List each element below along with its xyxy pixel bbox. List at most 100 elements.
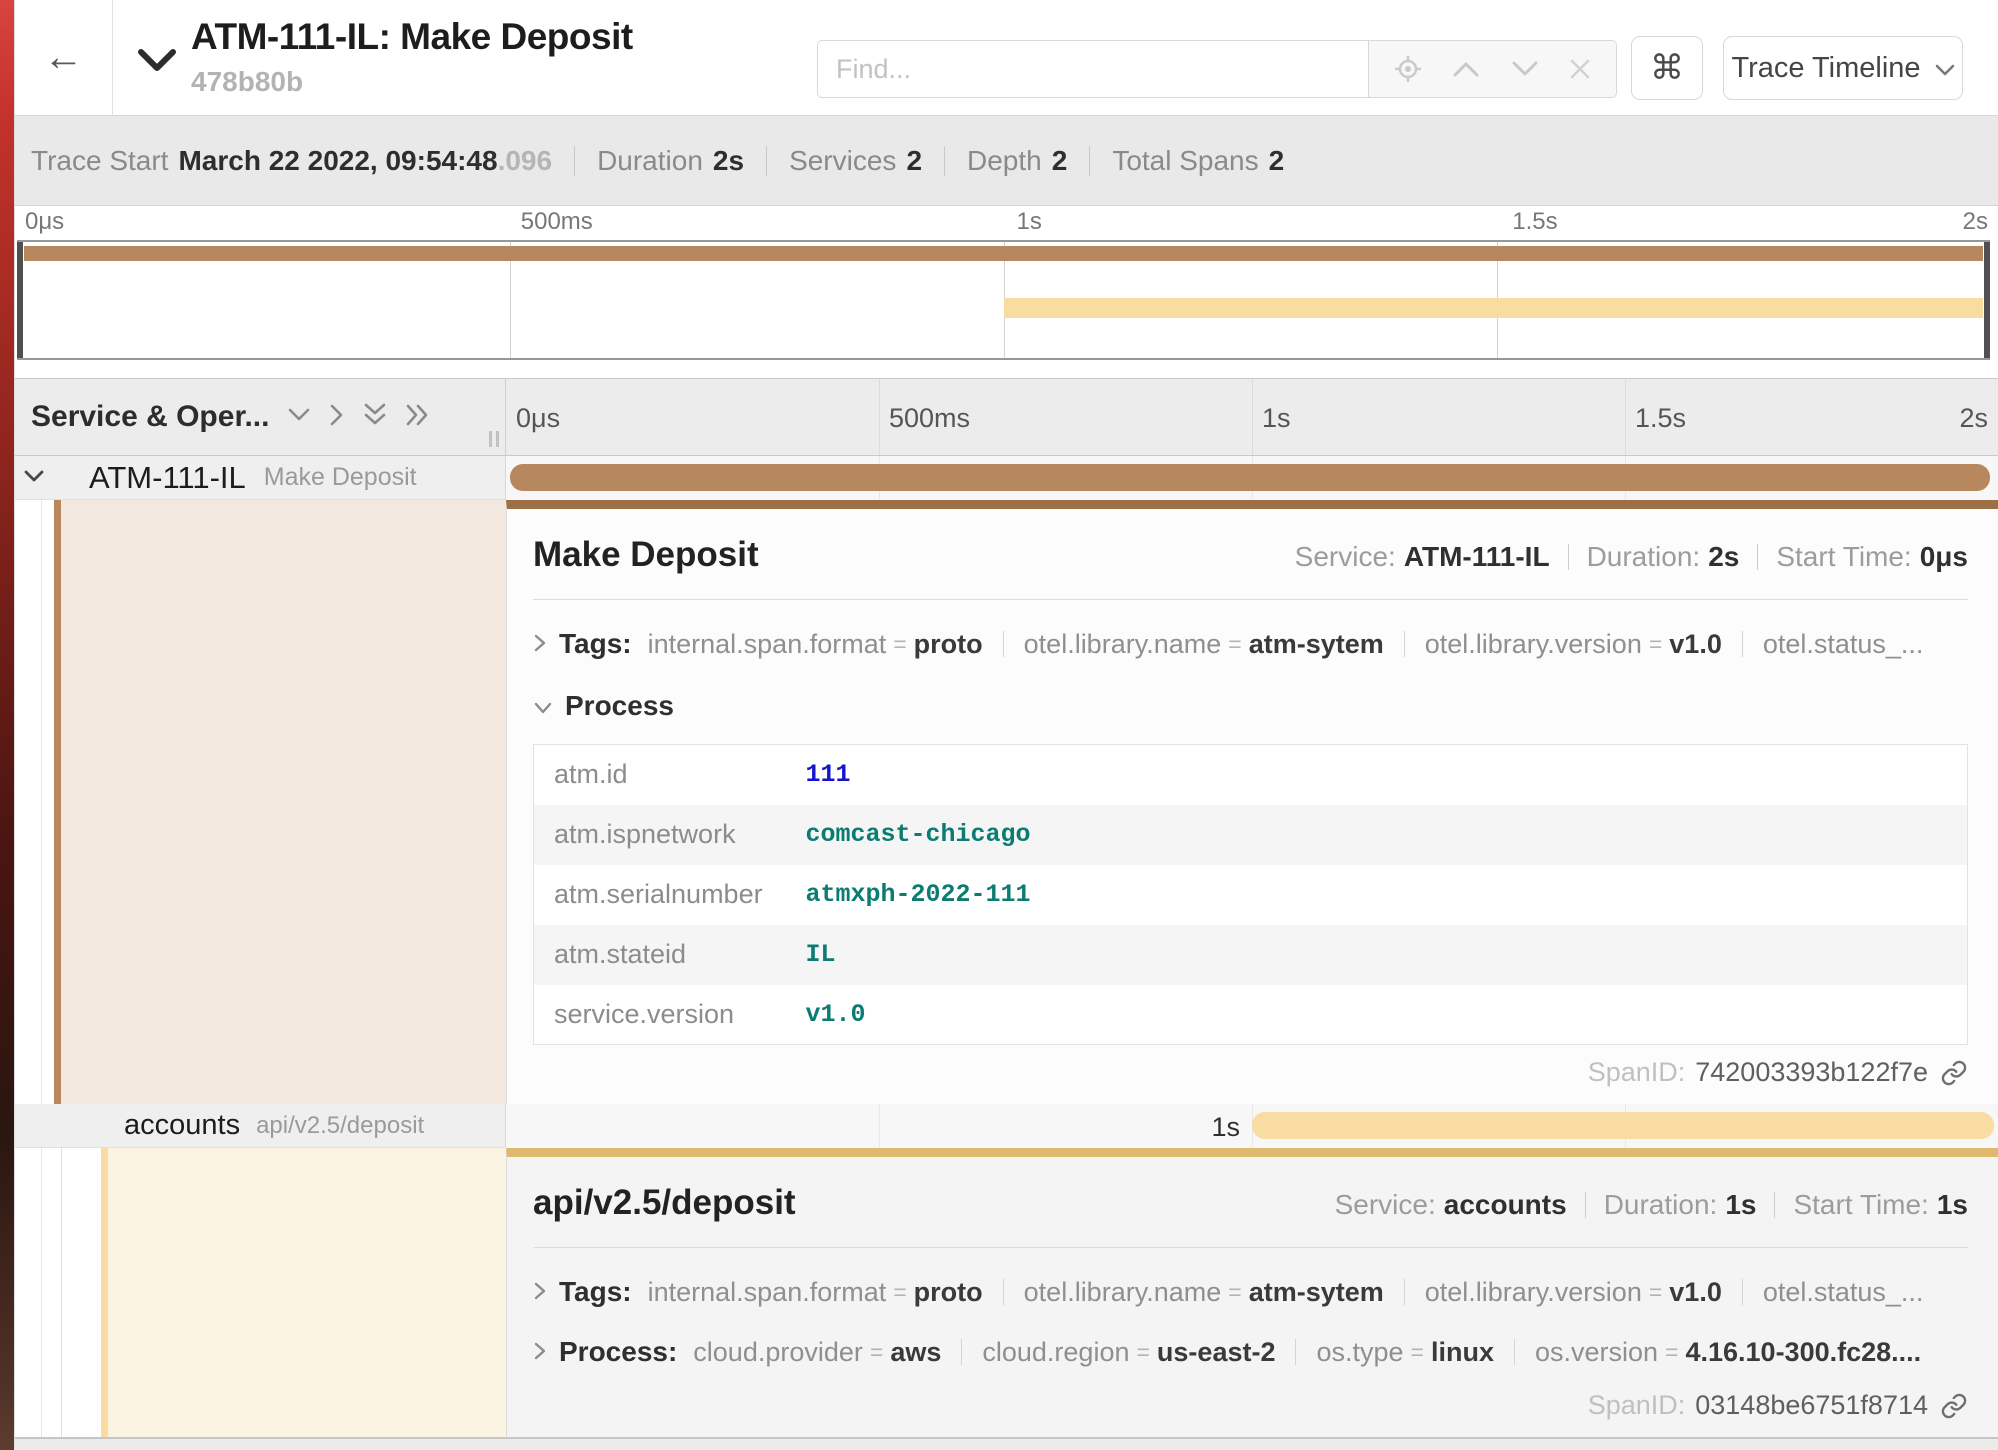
timeline-column-header: 0μs 500ms 1s 1.5s 2s [506, 379, 1998, 455]
span-detail-title-row: api/v2.5/deposit Service: accounts Durat… [533, 1183, 1968, 1223]
minimap-left-drag-handle[interactable] [17, 242, 23, 358]
column-resizer-grip[interactable] [489, 431, 499, 447]
desktop-edge-strip [0, 0, 14, 1450]
expand-one-icon[interactable] [329, 403, 345, 432]
trace-header: ← ATM-111-IL: Make Deposit 478b80b [15, 0, 1998, 116]
divider [1742, 631, 1743, 657]
find-clear-icon[interactable] [1568, 57, 1592, 81]
span-detail-row-tint [108, 1148, 506, 1437]
process-value: atmxph-2022-111 [806, 865, 1968, 925]
minimap-tick-labels: 0μs 500ms 1s 1.5s 2s [15, 208, 1998, 240]
duration-label: Duration: [1604, 1189, 1718, 1221]
tag-key: otel.library.version [1425, 1277, 1642, 1308]
divider [1514, 1339, 1515, 1365]
span-detail-meta: Service: ATM-111-IL Duration: 2s Start T… [1295, 541, 1968, 573]
span-row-make-deposit[interactable]: ATM-111-IL Make Deposit [15, 456, 1998, 500]
span-detail-deposit-api: api/v2.5/deposit Service: accounts Durat… [15, 1148, 1998, 1437]
process-accordion[interactable]: Process [533, 690, 1968, 722]
process-key: atm.id [534, 745, 806, 805]
divider [1742, 1279, 1743, 1305]
tag-value: v1.0 [1669, 1277, 1722, 1308]
process-accordion[interactable]: Process: cloud.provider = aws cloud.regi… [533, 1336, 1968, 1368]
collapse-all-icon[interactable] [363, 402, 387, 433]
tick-label: 1s [1017, 208, 1042, 236]
back-button[interactable]: ← [15, 0, 113, 115]
find-input[interactable] [817, 40, 1369, 98]
table-row: atm.stateid IL [534, 925, 1968, 985]
find-controls [1369, 40, 1617, 98]
table-row: atm.serialnumber atmxph-2022-111 [534, 865, 1968, 925]
tag-value: proto [914, 629, 983, 660]
equals-sign: = [1649, 1279, 1662, 1306]
span-row-deposit-api[interactable]: accounts api/v2.5/deposit 1s [15, 1104, 1998, 1148]
summary-label: Depth [967, 145, 1042, 177]
minimap-viewport[interactable] [17, 240, 1990, 360]
link-icon[interactable] [1940, 1059, 1968, 1087]
process-tag-value: 4.16.10-300.fc28.... [1685, 1337, 1921, 1368]
equals-sign: = [1665, 1339, 1678, 1366]
divider [1089, 146, 1090, 176]
summary-value: 2 [1269, 145, 1285, 177]
timeline-gridline [1625, 379, 1626, 455]
collapse-trace-header-chevron-icon[interactable] [137, 48, 177, 79]
span-row-name-cell[interactable]: ATM-111-IL Make Deposit [15, 456, 506, 500]
summary-value-ms: .096 [498, 145, 553, 177]
service-name: accounts [124, 1109, 240, 1142]
link-icon[interactable] [1940, 1392, 1968, 1420]
tag-key: otel.status_... [1763, 1277, 1924, 1308]
divider [1585, 1192, 1586, 1218]
minimap-right-drag-handle[interactable] [1984, 242, 1990, 358]
divider [1003, 1279, 1004, 1305]
back-arrow-icon: ← [44, 35, 84, 80]
start-time-label: Start Time: [1793, 1189, 1928, 1221]
chevron-down-icon [1935, 52, 1955, 85]
keyboard-shortcuts-button[interactable]: ⌘ [1631, 36, 1703, 100]
tags-accordion[interactable]: Tags: internal.span.format = proto otel.… [533, 628, 1968, 660]
command-icon: ⌘ [1650, 48, 1684, 88]
equals-sign: = [1136, 1339, 1149, 1366]
span-block-deposit-api: accounts api/v2.5/deposit 1s api/v2.5/de… [15, 1104, 1998, 1437]
tags-accordion[interactable]: Tags: internal.span.format = proto otel.… [533, 1276, 1968, 1308]
tick-label: 500ms [521, 208, 593, 236]
collapse-children-chevron-icon[interactable] [23, 469, 45, 489]
span-start-time-label: 1s [1211, 1112, 1240, 1143]
span-detail-meta: Service: accounts Duration: 1s Start Tim… [1335, 1189, 1968, 1221]
span-row-name-cell[interactable]: accounts api/v2.5/deposit [15, 1104, 506, 1148]
trace-view-selector[interactable]: Trace Timeline [1723, 36, 1963, 100]
find-next-icon[interactable] [1510, 59, 1540, 79]
span-row-timeline-cell[interactable] [506, 456, 1998, 500]
trace-minimap[interactable]: 0μs 500ms 1s 1.5s 2s [15, 206, 1998, 362]
tick-label: 500ms [889, 403, 970, 434]
locate-icon[interactable] [1393, 54, 1423, 84]
minimap-span-bar-deposit-api [1004, 298, 1984, 318]
collapse-one-icon[interactable] [287, 407, 311, 428]
chevron-right-icon [533, 1277, 547, 1308]
span-id-label: SpanID: [1588, 1390, 1686, 1421]
span-row-timeline-cell[interactable]: 1s [506, 1104, 1998, 1148]
timeline-gridline [879, 1104, 880, 1148]
span-duration-bar-make-deposit[interactable] [510, 464, 1990, 491]
expand-all-icon[interactable] [405, 403, 431, 432]
process-tag-key: os.version [1535, 1337, 1658, 1368]
jaeger-trace-view: ← ATM-111-IL: Make Deposit 478b80b [14, 0, 1998, 1450]
span-detail-row-tint [61, 500, 506, 1104]
service-value: accounts [1444, 1189, 1567, 1221]
tag-key: internal.span.format [648, 1277, 887, 1308]
find-prev-icon[interactable] [1451, 59, 1481, 79]
span-id-row: SpanID: 742003393b122f7e [1588, 1057, 1968, 1088]
tick-label: 1s [1262, 403, 1291, 434]
tick-label: 1.5s [1512, 208, 1557, 236]
process-kv-table: atm.id 111 atm.ispnetwork comcast-chicag… [533, 744, 1968, 1045]
service-name: ATM-111-IL [89, 460, 246, 496]
table-row: service.version v1.0 [534, 985, 1968, 1045]
equals-sign: = [1228, 1279, 1241, 1306]
trace-summary-bar: Trace Start March 22 2022, 09:54:48 .096… [15, 116, 1998, 206]
divider [1404, 1279, 1405, 1305]
operation-name: api/v2.5/deposit [256, 1112, 424, 1140]
span-table-header: Service & Oper... 0μs [15, 378, 1998, 456]
service-operation-column-header: Service & Oper... [15, 379, 506, 455]
span-duration-bar-deposit-api[interactable] [1252, 1112, 1994, 1139]
table-row: atm.id 111 [534, 745, 1968, 805]
process-key: atm.serialnumber [534, 865, 806, 925]
span-id-value: 742003393b122f7e [1695, 1057, 1928, 1088]
